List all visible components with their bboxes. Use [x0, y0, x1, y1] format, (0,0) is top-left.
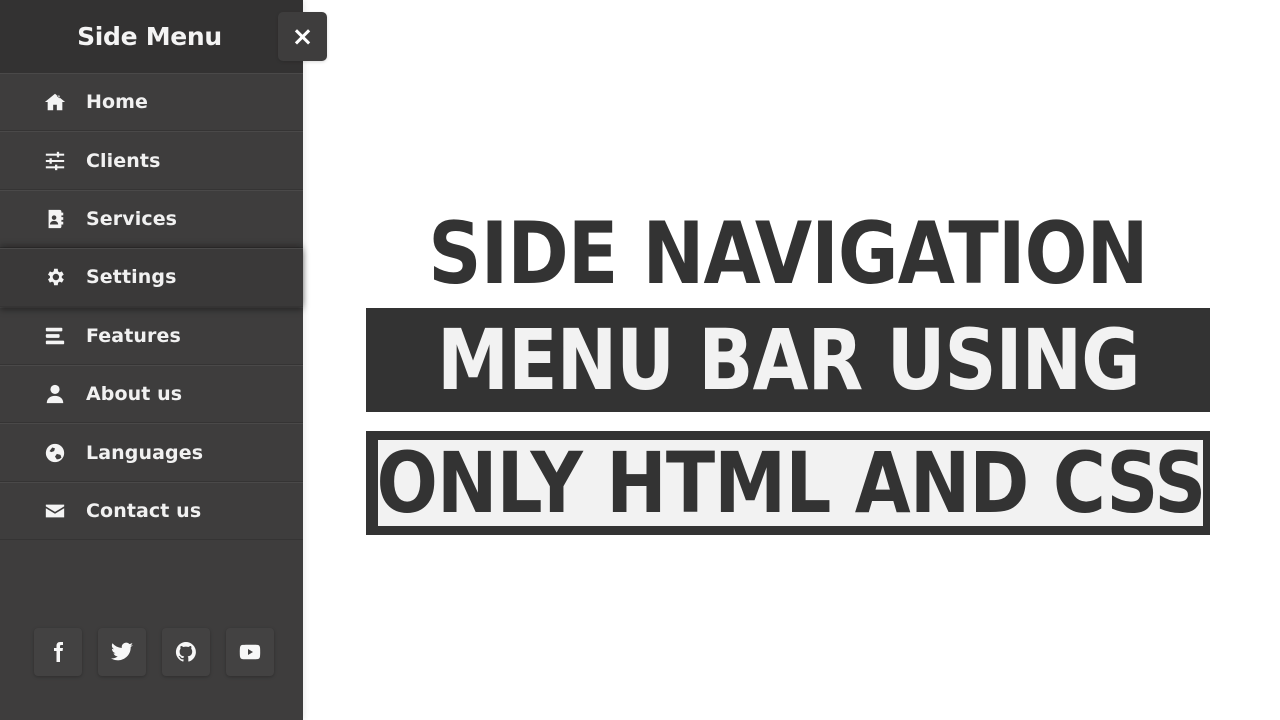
twitter-icon: [111, 642, 133, 661]
side-menu-header: Side Menu: [0, 0, 303, 73]
menu-item-languages[interactable]: Languages: [0, 423, 303, 482]
social-links: [34, 628, 274, 676]
facebook-button[interactable]: [34, 628, 82, 676]
menu-label: Contact us: [86, 499, 202, 522]
headline-line-1: SIDE NAVIGATION: [428, 204, 1148, 304]
menu-label: Services: [86, 207, 178, 230]
side-menu-title: Side Menu: [77, 22, 222, 51]
menu-list: Home Clients Services Settings Features: [0, 73, 303, 541]
close-button[interactable]: ×: [278, 12, 327, 61]
sliders-icon: [43, 150, 67, 172]
github-icon: [175, 641, 196, 662]
close-icon: ×: [291, 21, 314, 52]
menu-label: Languages: [86, 441, 204, 464]
home-icon: [43, 91, 67, 113]
headline-line-2: MENU BAR USING: [436, 311, 1140, 409]
menu-label: Features: [86, 324, 181, 347]
facebook-icon: [54, 642, 63, 662]
menu-item-home[interactable]: Home: [0, 73, 303, 132]
menu-label: Clients: [86, 149, 161, 172]
menu-label: Home: [86, 91, 149, 114]
menu-label: About us: [86, 383, 183, 406]
user-icon: [43, 383, 67, 405]
gear-icon: [43, 266, 67, 288]
address-book-icon: [43, 208, 67, 230]
menu-item-services[interactable]: Services: [0, 189, 303, 249]
side-menu: Side Menu Home Clients Services Settings: [0, 0, 303, 720]
globe-icon: [43, 442, 67, 464]
menu-item-settings[interactable]: Settings: [0, 248, 303, 307]
menu-item-contact-us[interactable]: Contact us: [0, 481, 303, 541]
github-button[interactable]: [162, 628, 210, 676]
menu-item-clients[interactable]: Clients: [0, 131, 303, 190]
menu-label: Settings: [86, 266, 177, 289]
menu-item-about-us[interactable]: About us: [0, 364, 303, 424]
bars-icon: [43, 325, 67, 347]
twitter-button[interactable]: [98, 628, 146, 676]
envelope-icon: [43, 500, 67, 522]
youtube-icon: [239, 644, 261, 660]
headline-line-3-box: ONLY HTML AND CSS: [366, 431, 1210, 535]
headline: SIDE NAVIGATION MENU BAR USING ONLY HTML…: [362, 204, 1214, 535]
headline-line-3-inner: ONLY HTML AND CSS: [376, 434, 1206, 532]
headline-line-3: ONLY HTML AND CSS: [376, 434, 1206, 532]
menu-item-features[interactable]: Features: [0, 306, 303, 365]
headline-line-2-box: MENU BAR USING: [366, 308, 1210, 412]
youtube-button[interactable]: [226, 628, 274, 676]
